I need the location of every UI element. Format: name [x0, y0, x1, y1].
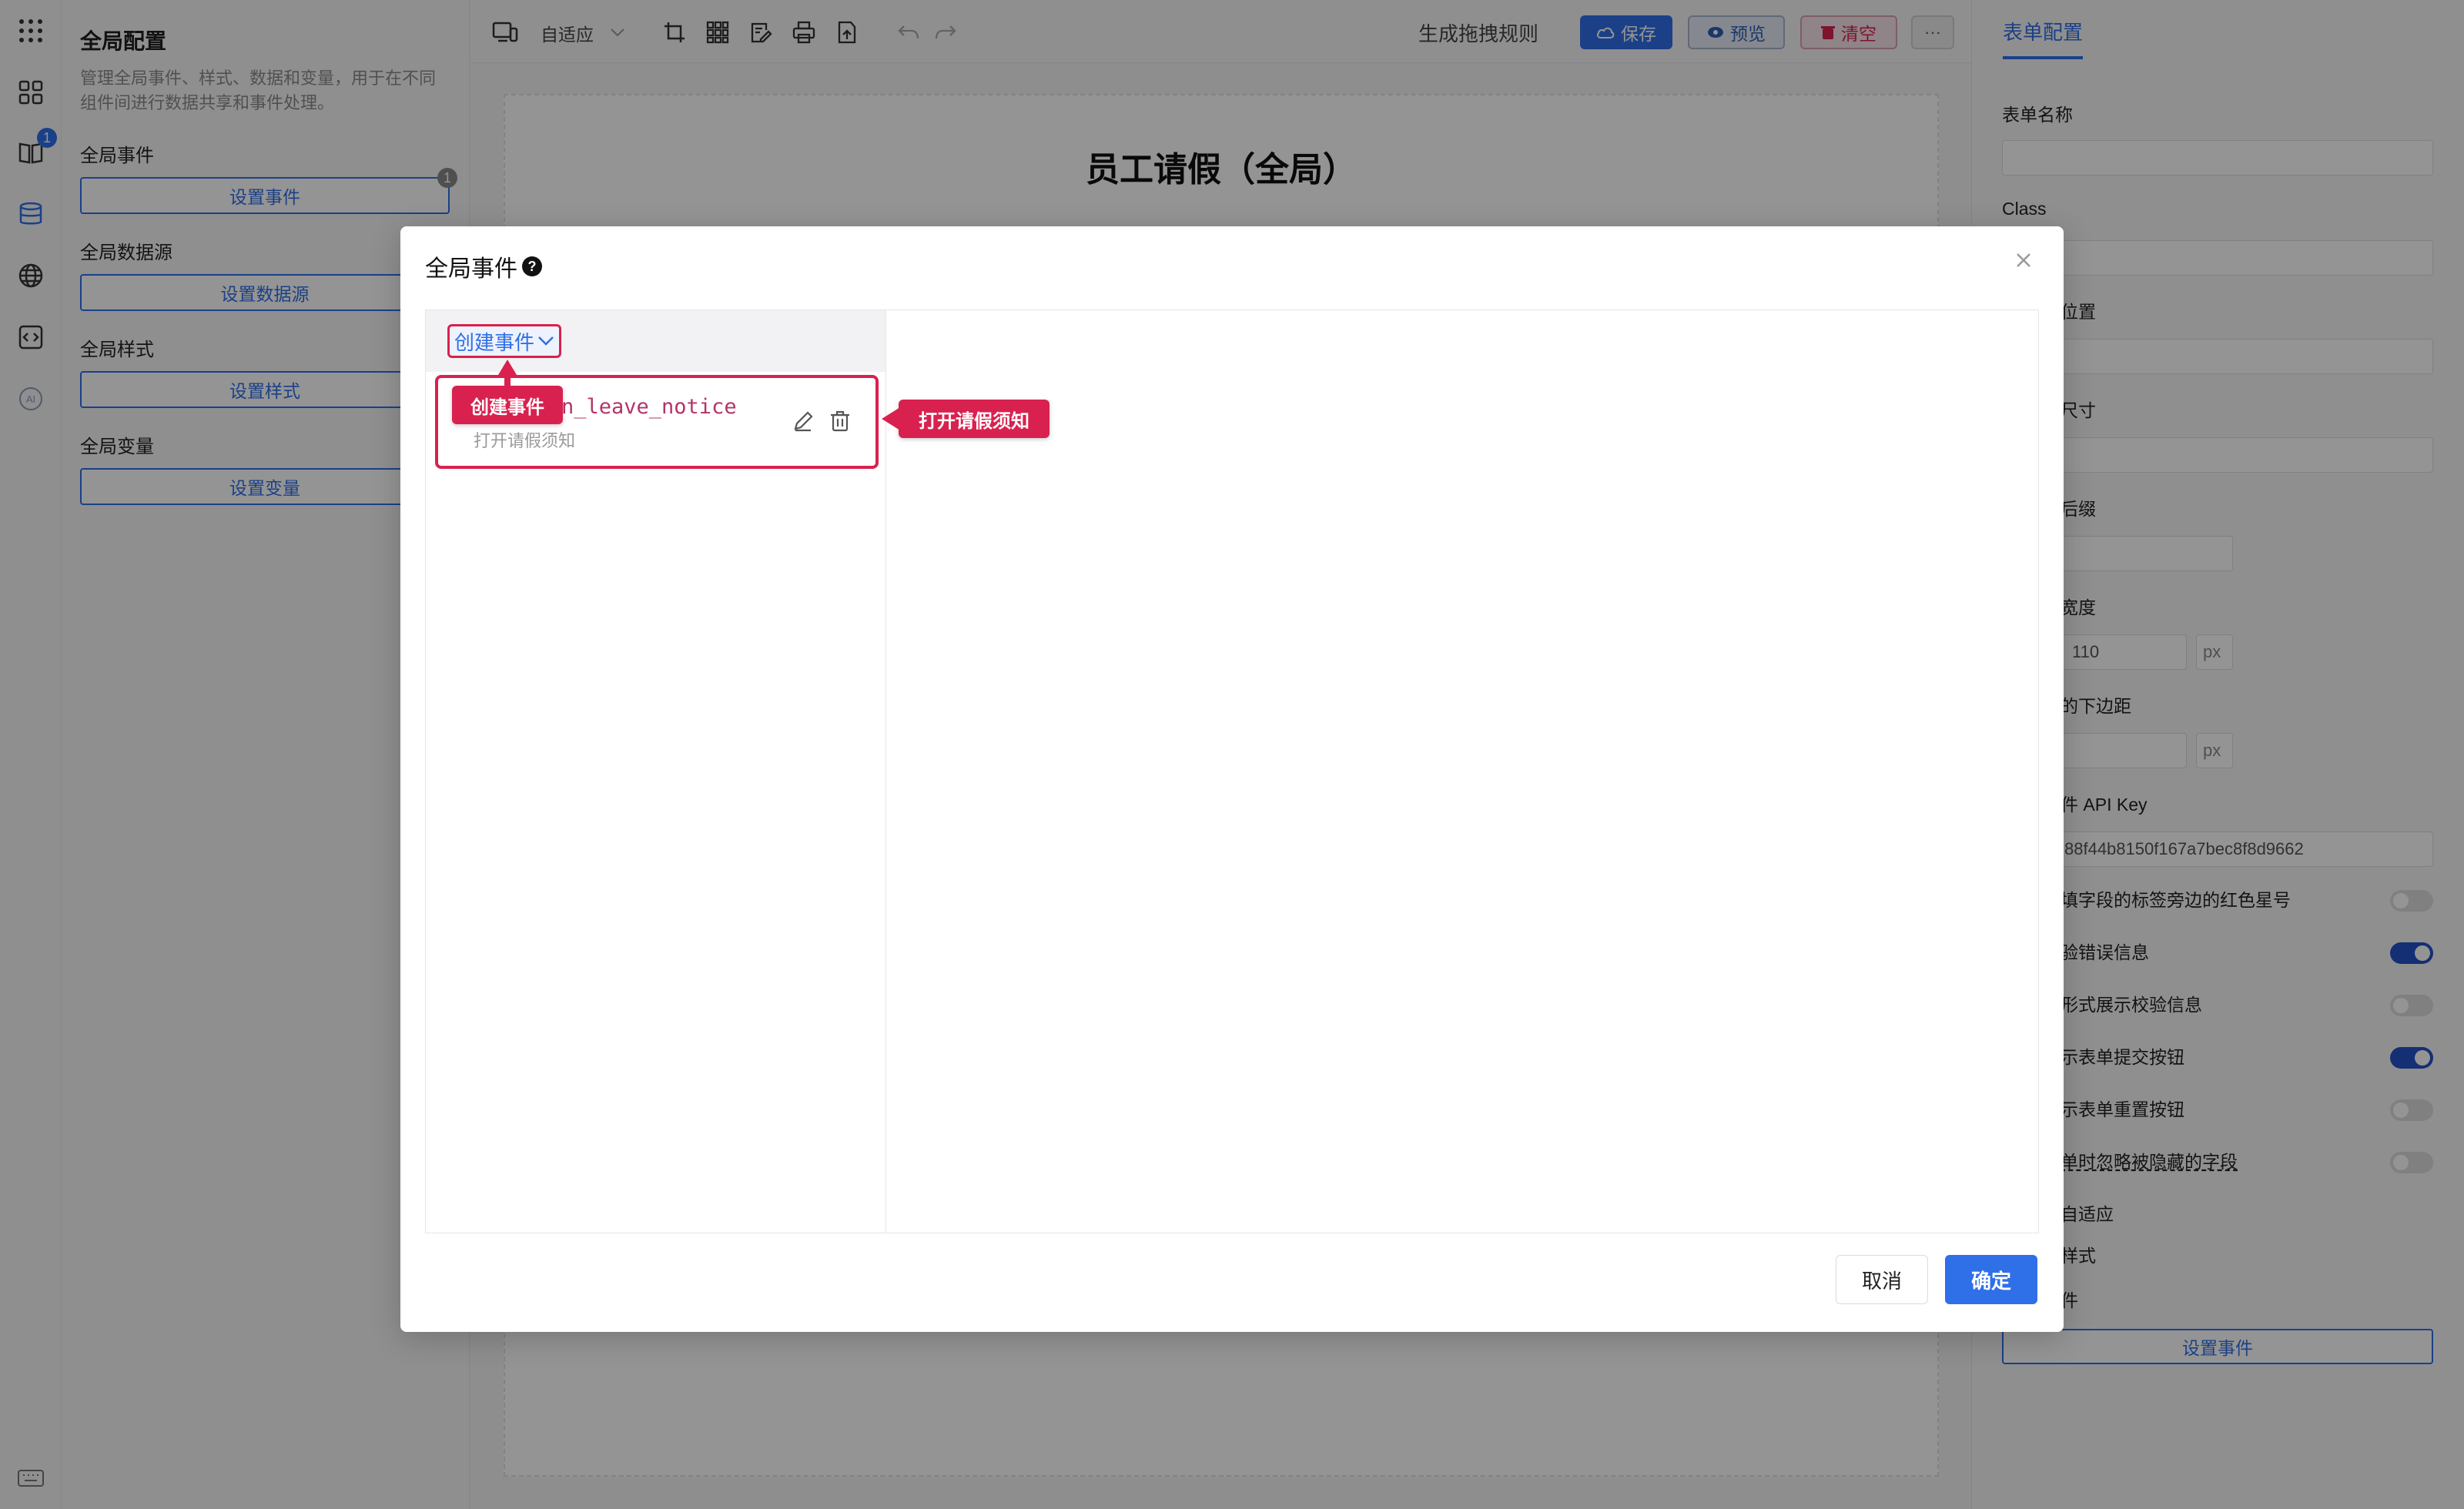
event-list-pane: 创建事件 n_leave_notice 打开请假须知 创建事件	[426, 310, 886, 1233]
dialog-body: 创建事件 n_leave_notice 打开请假须知 创建事件 打开请假须知	[425, 309, 2039, 1233]
callout-create-event: 创建事件	[452, 386, 563, 424]
dialog-header: 全局事件 ?	[425, 249, 542, 283]
help-icon[interactable]: ?	[522, 256, 542, 276]
create-event-label: 创建事件	[454, 330, 535, 354]
create-event-dropdown[interactable]: 创建事件	[447, 324, 562, 358]
global-events-dialog: 全局事件 ? 创建事件 n_leave_notice 打开请假须知 创建事件 打…	[400, 226, 2064, 1332]
cancel-button[interactable]: 取消	[1836, 1255, 1928, 1304]
dialog-title: 全局事件	[425, 256, 517, 282]
callout-open-leave-notice: 打开请假须知	[899, 400, 1050, 438]
callout-arrow-left	[882, 407, 900, 430]
event-name: n_leave_notice	[561, 395, 737, 419]
chevron-down-icon	[538, 336, 554, 346]
close-icon[interactable]	[2011, 248, 2036, 273]
event-description: 打开请假须知	[474, 431, 576, 450]
confirm-button[interactable]: 确定	[1945, 1255, 2037, 1304]
callout-arrow-up	[498, 360, 517, 387]
event-list-header: 创建事件	[426, 310, 886, 372]
edit-icon[interactable]	[791, 409, 815, 433]
delete-icon[interactable]	[828, 409, 852, 433]
